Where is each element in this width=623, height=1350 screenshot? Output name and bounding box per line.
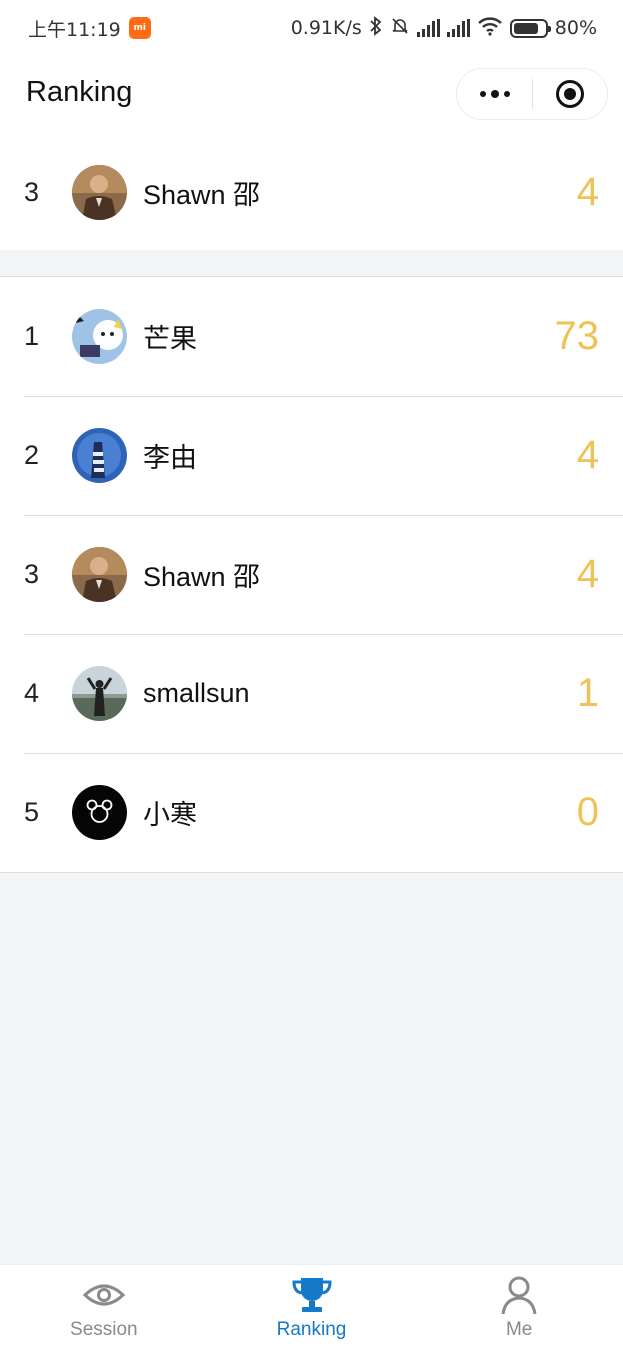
- list-item[interactable]: 5 小寒 0: [0, 753, 623, 872]
- status-time: 上午11:19: [28, 18, 121, 41]
- more-button[interactable]: [457, 69, 532, 119]
- nav-bar: Ranking: [0, 56, 623, 134]
- mini-program-capsule: [456, 68, 608, 120]
- tab-bar: Session Ranking Me: [0, 1264, 623, 1350]
- network-speed: 0.91K/s: [290, 17, 362, 39]
- user-name: 李由: [143, 443, 197, 473]
- wifi-icon: [477, 16, 503, 41]
- list-item[interactable]: 2 李由 4: [0, 396, 623, 515]
- avatar: [72, 164, 127, 220]
- my-rank-row: 3 Shawn 邵 4: [0, 134, 623, 250]
- list-item[interactable]: 1 芒果 73: [0, 277, 623, 396]
- avatar: [72, 785, 127, 840]
- target-icon: [555, 80, 584, 108]
- mute-bell-icon: [390, 16, 410, 41]
- user-name: Shawn 邵: [143, 179, 261, 210]
- tab-label: Session: [70, 1319, 138, 1340]
- score: 1: [576, 671, 599, 715]
- tab-me[interactable]: Me: [415, 1265, 623, 1350]
- user-name: Shawn 邵: [143, 562, 261, 592]
- user-name: 小寒: [143, 800, 197, 830]
- bluetooth-icon: [369, 15, 383, 41]
- score: 0: [576, 790, 599, 834]
- score: 4: [576, 552, 599, 596]
- page-title: Ranking: [26, 76, 133, 108]
- score: 4: [576, 169, 599, 214]
- tab-session[interactable]: Session: [0, 1265, 208, 1350]
- battery-icon: [509, 18, 551, 38]
- rank-number: 5: [24, 797, 40, 827]
- user-name: smallsun: [143, 678, 250, 708]
- eye-icon: [82, 1284, 126, 1306]
- more-dots-icon: [479, 91, 486, 97]
- list-item[interactable]: 3 Shawn 邵 4: [0, 515, 623, 634]
- mi-app-icon: mi: [128, 17, 151, 39]
- tab-label: Ranking: [276, 1319, 347, 1340]
- avatar: [72, 428, 127, 483]
- signal-icon: [446, 19, 470, 37]
- avatar: [72, 309, 127, 364]
- user-name: 芒果: [143, 324, 197, 354]
- avatar: [72, 547, 127, 602]
- rank-number: 1: [24, 321, 40, 351]
- close-button[interactable]: [533, 69, 607, 119]
- rank-number: 2: [24, 440, 40, 470]
- battery-percent: 80%: [554, 17, 597, 39]
- avatar: [72, 666, 127, 721]
- user-icon: [501, 1276, 537, 1315]
- rank-number: 3: [24, 176, 40, 207]
- rank-number: 4: [24, 678, 40, 708]
- tab-ranking[interactable]: Ranking: [208, 1265, 416, 1350]
- tab-label: Me: [505, 1319, 533, 1340]
- signal-icon: [416, 19, 440, 37]
- ranking-list: 1 芒果 73 2 李由 4 3 Shawn 邵 4 4 smallsun 1 …: [0, 276, 623, 873]
- list-item[interactable]: 4 smallsun 1: [0, 634, 623, 753]
- status-bar: 上午11:19 mi 0.91K/s 80%: [0, 0, 623, 56]
- trophy-icon: [291, 1278, 332, 1312]
- rank-number: 3: [24, 559, 40, 589]
- score: 73: [554, 314, 600, 358]
- score: 4: [576, 433, 599, 477]
